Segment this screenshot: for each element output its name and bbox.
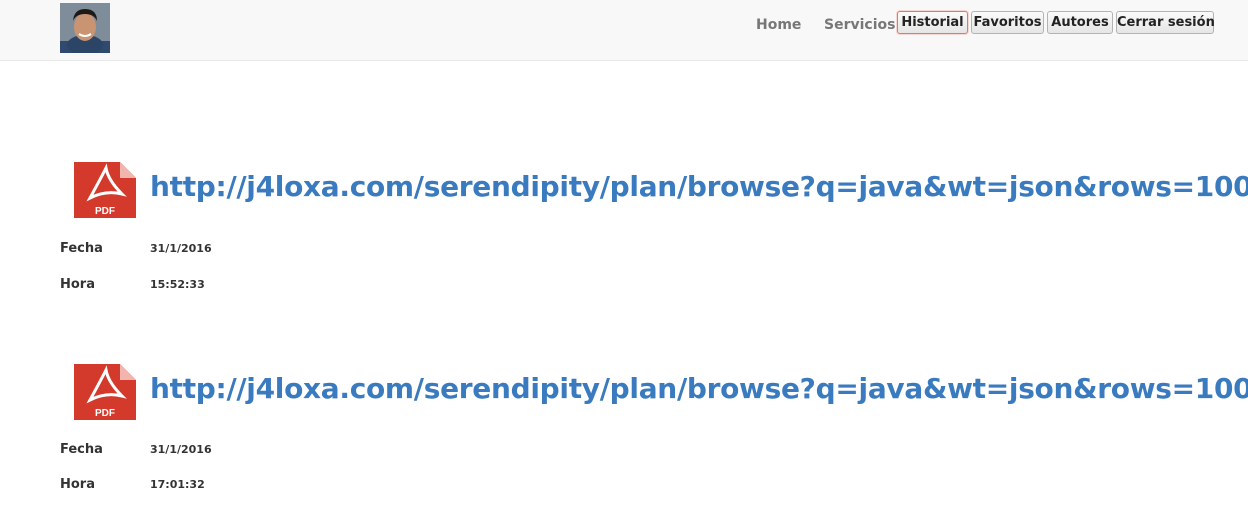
time-value: 17:01:32 xyxy=(150,478,205,491)
date-value: 31/1/2016 xyxy=(150,443,212,456)
historial-button[interactable]: Historial xyxy=(897,11,968,34)
pdf-icon-label: PDF xyxy=(95,408,115,419)
date-label: Fecha xyxy=(60,442,103,457)
history-entry-link[interactable]: http://j4loxa.com/serendipity/plan/brows… xyxy=(150,170,1248,203)
nav-link-servicios[interactable]: Servicios xyxy=(824,17,895,33)
nav-link-home[interactable]: Home xyxy=(756,17,801,33)
pdf-icon[interactable]: PDF xyxy=(72,160,138,218)
time-value: 15:52:33 xyxy=(150,278,205,291)
pdf-icon-label: PDF xyxy=(95,206,115,217)
time-label: Hora xyxy=(60,277,95,292)
history-entry: PDF http://j4loxa.com/serendipity/plan/b… xyxy=(60,160,1248,300)
user-avatar[interactable] xyxy=(60,3,110,53)
autores-button[interactable]: Autores xyxy=(1047,11,1113,34)
date-label: Fecha xyxy=(60,241,103,256)
favoritos-button[interactable]: Favoritos xyxy=(971,11,1044,34)
pdf-icon[interactable]: PDF xyxy=(72,362,138,420)
time-label: Hora xyxy=(60,477,95,492)
cerrar-sesion-button[interactable]: Cerrar sesión xyxy=(1116,11,1215,34)
date-value: 31/1/2016 xyxy=(150,242,212,255)
history-entry: PDF http://j4loxa.com/serendipity/plan/b… xyxy=(60,362,1248,502)
top-navbar: Home Servicios Historial Favoritos Autor… xyxy=(0,0,1248,61)
user-photo-icon xyxy=(60,3,110,53)
history-entry-link[interactable]: http://j4loxa.com/serendipity/plan/brows… xyxy=(150,372,1248,405)
